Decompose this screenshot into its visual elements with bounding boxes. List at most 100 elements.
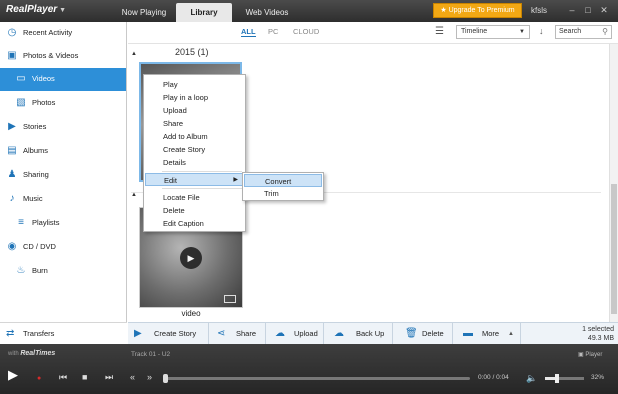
button-label: More bbox=[482, 329, 500, 338]
sidebar-item-albums[interactable]: ▤ Albums bbox=[0, 140, 126, 162]
music-icon: ♪ bbox=[9, 193, 15, 204]
video-type-icon bbox=[224, 295, 236, 303]
user-name[interactable]: kfsls bbox=[531, 6, 547, 15]
scrollbar-thumb[interactable] bbox=[611, 184, 617, 314]
albums-icon: ▤ bbox=[7, 145, 17, 156]
seek-handle[interactable] bbox=[163, 374, 168, 383]
minimize-icon[interactable]: – bbox=[566, 4, 578, 16]
menu-item-play-loop[interactable]: Play in a loop bbox=[145, 91, 244, 104]
tab-web-videos[interactable]: Web Videos bbox=[236, 3, 298, 22]
filter-pc[interactable]: PC bbox=[268, 27, 278, 36]
back-up-button[interactable]: ☁ Back Up bbox=[324, 323, 393, 345]
menu-item-create-story[interactable]: Create Story bbox=[145, 143, 244, 156]
selection-count: 1 selected bbox=[582, 326, 614, 333]
button-label: Back Up bbox=[356, 329, 385, 338]
delete-button[interactable]: 🗑 Delete bbox=[393, 323, 453, 345]
button-label: Upload bbox=[294, 329, 318, 338]
menu-item-add-to-album[interactable]: Add to Album bbox=[145, 130, 244, 143]
search-input[interactable]: Search ⚲ bbox=[555, 25, 612, 39]
rewind-button[interactable]: « bbox=[130, 371, 135, 383]
maximize-icon[interactable]: □ bbox=[582, 4, 594, 16]
filter-all[interactable]: ALL bbox=[241, 27, 256, 37]
sidebar-item-label: Playlists bbox=[32, 218, 60, 227]
volume-percent: 32% bbox=[591, 374, 605, 381]
time-readout: 0:00 / 0:04 bbox=[478, 374, 509, 381]
menu-item-locate-file[interactable]: Locate File bbox=[145, 191, 244, 204]
photos-icon: ▧ bbox=[16, 97, 26, 108]
search-placeholder: Search bbox=[559, 28, 582, 35]
menu-item-upload[interactable]: Upload bbox=[145, 104, 244, 117]
previous-button[interactable]: ⏮ bbox=[59, 371, 67, 383]
sidebar-item-music[interactable]: ♪ Music bbox=[0, 188, 126, 210]
sharing-icon: ♟ bbox=[7, 169, 17, 180]
tab-library[interactable]: Library bbox=[176, 3, 232, 22]
next-button[interactable]: ⏭ bbox=[105, 371, 113, 383]
view-select[interactable]: Timeline ▼ bbox=[456, 25, 530, 39]
year-group-label: 2015 (1) bbox=[174, 47, 209, 57]
close-icon[interactable]: ✕ bbox=[598, 4, 610, 16]
menu-item-convert[interactable]: Convert bbox=[244, 174, 322, 187]
scrollbar[interactable] bbox=[609, 44, 618, 322]
volume-handle[interactable] bbox=[555, 374, 560, 383]
sidebar-item-videos[interactable]: ▭ Videos bbox=[0, 68, 126, 91]
filter-cloud[interactable]: CLOUD bbox=[293, 27, 319, 36]
year-group-header[interactable]: ▲ 2015 (1) bbox=[131, 47, 208, 57]
share-icon: ⋖ bbox=[217, 328, 226, 339]
seek-bar[interactable] bbox=[163, 374, 470, 383]
collapse-arrow-icon[interactable]: ▲ bbox=[131, 192, 137, 198]
sort-direction-icon[interactable]: ↓ bbox=[539, 26, 544, 36]
menu-item-details[interactable]: Details bbox=[145, 156, 244, 169]
play-icon[interactable]: ▶ bbox=[180, 247, 202, 269]
more-button[interactable]: ▬ More ▲ bbox=[453, 323, 521, 345]
playlists-icon: ≡ bbox=[18, 217, 24, 228]
menu-separator bbox=[162, 188, 242, 189]
photos-videos-icon: ▣ bbox=[7, 50, 17, 61]
sidebar-item-photos[interactable]: ▧ Photos bbox=[0, 92, 126, 114]
sidebar-item-burn[interactable]: ♨ Burn bbox=[0, 260, 126, 282]
realtimes-logo[interactable]: RealTimes bbox=[20, 350, 55, 357]
sidebar-item-stories[interactable]: ▶ Stories bbox=[0, 116, 126, 138]
selection-size: 49.3 MB bbox=[587, 335, 614, 342]
menu-item-edit-caption[interactable]: Edit Caption bbox=[145, 217, 244, 230]
recent-activity-icon: ◷ bbox=[7, 27, 17, 38]
fast-forward-button[interactable]: » bbox=[147, 371, 152, 383]
app-logo-menu[interactable]: RealPlayer ▼ bbox=[6, 4, 66, 15]
record-button[interactable]: ● bbox=[37, 373, 41, 385]
create-story-icon: ▶ bbox=[134, 328, 142, 339]
view-select-value: Timeline bbox=[461, 28, 488, 35]
create-story-button[interactable]: ▶ Create Story bbox=[128, 323, 209, 345]
volume-slider[interactable] bbox=[545, 374, 584, 383]
tab-now-playing[interactable]: Now Playing bbox=[113, 3, 175, 22]
upload-button[interactable]: ☁ Upload bbox=[266, 323, 324, 345]
menu-item-trim[interactable]: Trim bbox=[244, 187, 322, 200]
menu-item-play[interactable]: Play bbox=[145, 78, 244, 91]
volume-icon[interactable]: 🔈 bbox=[526, 372, 537, 384]
sidebar-item-photos-videos[interactable]: ▣ Photos & Videos bbox=[0, 45, 126, 67]
submenu-arrow-icon: ▶ bbox=[233, 177, 238, 183]
sidebar-item-cd-dvd[interactable]: ◉ CD / DVD bbox=[0, 236, 126, 258]
play-button[interactable]: ▶ bbox=[8, 368, 18, 381]
sidebar-item-transfers[interactable]: ⇄ Transfers bbox=[0, 322, 127, 344]
share-button[interactable]: ⋖ Share bbox=[209, 323, 266, 345]
filter-bar: ALL PC CLOUD ☰ Timeline ▼ ↓ Search ⚲ bbox=[128, 22, 618, 44]
stop-button[interactable]: ■ bbox=[82, 371, 87, 383]
sidebar-item-sharing[interactable]: ♟ Sharing bbox=[0, 164, 126, 186]
menu-item-share[interactable]: Share bbox=[145, 117, 244, 130]
list-view-icon[interactable]: ☰ bbox=[435, 26, 444, 37]
cloud-icon: ☁ bbox=[334, 328, 344, 339]
edit-submenu: Convert Trim bbox=[242, 172, 324, 201]
player-mode-button[interactable]: ▣ Player bbox=[578, 351, 602, 358]
chevron-up-icon: ▲ bbox=[508, 331, 514, 337]
player-mode-label: Player bbox=[585, 352, 603, 358]
menu-item-edit[interactable]: Edit ▶ bbox=[145, 173, 244, 186]
menu-item-delete[interactable]: Delete bbox=[145, 204, 244, 217]
sidebar-item-playlists[interactable]: ≡ Playlists bbox=[0, 212, 126, 234]
search-icon[interactable]: ⚲ bbox=[602, 26, 608, 38]
button-label: Create Story bbox=[154, 329, 197, 338]
sidebar-item-recent-activity[interactable]: ◷ Recent Activity bbox=[0, 22, 126, 44]
transfers-icon: ⇄ bbox=[6, 328, 15, 339]
upgrade-premium-button[interactable]: ★ Upgrade To Premium bbox=[433, 3, 522, 18]
folder-icon: ▬ bbox=[463, 328, 473, 339]
player-bar: with RealTimes Track 01 - U2 ▣ Player ▶ … bbox=[0, 344, 618, 394]
button-label: Delete bbox=[422, 329, 444, 338]
